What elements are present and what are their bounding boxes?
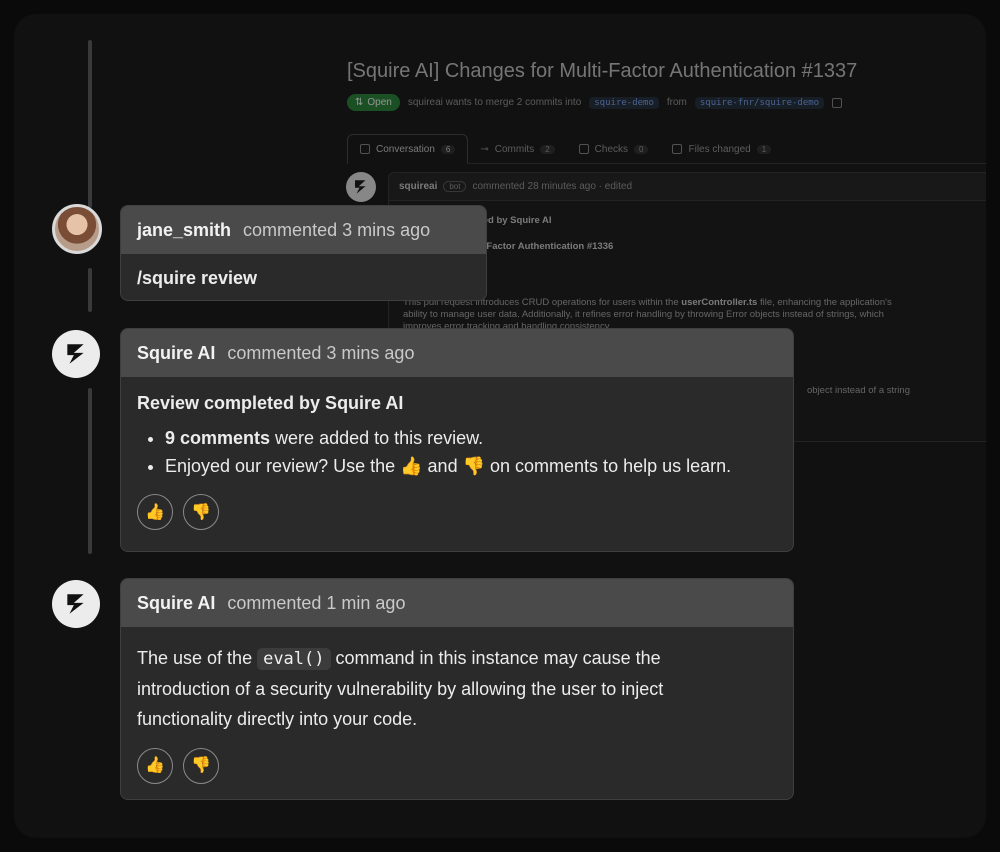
comment-body: Review completed by Squire AI 9 comments… bbox=[121, 393, 793, 530]
comment-body: /squire review bbox=[137, 268, 258, 288]
comment-card-jane: jane_smith commented 3 mins ago /squire … bbox=[120, 205, 487, 301]
tab-count: 2 bbox=[540, 144, 555, 154]
tab-conversation[interactable]: Conversation 6 bbox=[347, 134, 469, 164]
review-heading: Review completed by Squire AI bbox=[137, 393, 404, 413]
comment-author[interactable]: jane_smith bbox=[137, 220, 231, 241]
thumbs-up-icon: 👍 bbox=[400, 456, 423, 476]
file-icon bbox=[672, 144, 683, 154]
thumbs-down-icon: 👎 bbox=[191, 757, 211, 774]
squire-logo-icon[interactable] bbox=[52, 330, 100, 378]
list-item: Enjoyed our review? Use the 👍 and 👎 on c… bbox=[165, 452, 777, 480]
tab-count: 0 bbox=[634, 144, 649, 154]
comment-timestamp: commented 3 mins ago bbox=[243, 219, 431, 240]
head-branch[interactable]: squire-fnr/squire-demo bbox=[694, 96, 825, 109]
comment-timestamp: commented 1 min ago bbox=[227, 592, 406, 613]
tab-count: 1 bbox=[756, 144, 772, 154]
comment-header: Squire AI commented 1 min ago bbox=[121, 579, 793, 627]
checks-icon bbox=[578, 144, 589, 154]
status-badge: ⇅ Open bbox=[347, 94, 400, 111]
comment-author[interactable]: Squire AI bbox=[137, 593, 215, 614]
code-snippet: eval() bbox=[257, 648, 331, 670]
comment-card-review: Squire AI commented 3 mins ago Review co… bbox=[120, 328, 794, 552]
comment-line: introduction of a security vulnerability… bbox=[137, 679, 664, 699]
status-label: Open bbox=[367, 97, 392, 108]
tab-checks[interactable]: Checks 0 bbox=[567, 134, 661, 164]
thumbs-up-icon: 👍 bbox=[145, 757, 165, 774]
comment-line: functionality directly into your code. bbox=[137, 709, 418, 729]
tab-label: Checks bbox=[594, 143, 629, 155]
tab-label: Commits bbox=[494, 143, 535, 155]
thumbs-down-button[interactable]: 👎 bbox=[183, 494, 219, 530]
comment-timestamp: commented 3 mins ago bbox=[227, 342, 415, 363]
bg-comment-line: object instead of a string bbox=[807, 385, 910, 396]
comment-author[interactable]: squireai bbox=[399, 181, 437, 192]
tab-label: Conversation bbox=[376, 143, 435, 155]
base-branch[interactable]: squire-demo bbox=[589, 96, 659, 109]
comment-header: jane_smith commented 3 mins ago bbox=[121, 206, 486, 254]
thumbs-up-button[interactable]: 👍 bbox=[137, 494, 173, 530]
merge-text: squireai wants to merge 2 commits into bbox=[407, 97, 582, 108]
from-text: from bbox=[666, 97, 687, 108]
thumbs-down-icon: 👎 bbox=[462, 456, 486, 476]
reaction-row: 👍 👎 bbox=[137, 748, 777, 784]
bg-comment-line: ability to manage user data. Additionall… bbox=[403, 309, 884, 320]
pr-title: [Squire AI] Changes for Multi-Factor Aut… bbox=[347, 60, 858, 82]
avatar[interactable] bbox=[52, 204, 102, 254]
commit-icon: ⊸ bbox=[480, 143, 489, 155]
tab-files-changed[interactable]: Files changed 1 bbox=[660, 134, 783, 164]
timeline-rail bbox=[88, 268, 92, 312]
squire-logo-icon[interactable] bbox=[52, 580, 100, 628]
conversation-icon bbox=[360, 144, 370, 154]
squire-logo-icon bbox=[346, 172, 376, 202]
thumbs-down-button[interactable]: 👎 bbox=[183, 748, 219, 784]
pr-tabs: Conversation 6 ⊸ Commits 2 Checks 0 File… bbox=[347, 134, 986, 164]
list-item: 9 comments were added to this review. bbox=[165, 424, 777, 452]
pull-request-icon: ⇅ bbox=[355, 97, 364, 108]
comment-author[interactable]: Squire AI bbox=[137, 343, 215, 364]
tab-commits[interactable]: ⊸ Commits 2 bbox=[468, 134, 566, 164]
review-list: 9 comments were added to this review. En… bbox=[137, 424, 777, 480]
thumbs-up-button[interactable]: 👍 bbox=[137, 748, 173, 784]
timeline-rail bbox=[88, 388, 92, 554]
comment-header: Squire AI commented 3 mins ago bbox=[121, 329, 793, 377]
comment-card-eval: Squire AI commented 1 min ago The use of… bbox=[120, 578, 794, 800]
timeline-rail bbox=[88, 40, 92, 208]
pr-meta: ⇅ Open squireai wants to merge 2 commits… bbox=[347, 94, 843, 111]
bot-badge: bot bbox=[443, 181, 467, 192]
comment-body: The use of the eval() command in this in… bbox=[121, 627, 793, 784]
copy-icon[interactable] bbox=[832, 97, 843, 108]
reaction-row: 👍 👎 bbox=[137, 494, 777, 530]
comment-line: The use of the eval() command in this in… bbox=[137, 648, 661, 670]
tab-count: 6 bbox=[440, 144, 456, 154]
bot-comment-header: squireai bot commented 28 minutes ago · … bbox=[389, 173, 986, 201]
comment-meta: commented 28 minutes ago · edited bbox=[472, 181, 633, 192]
thumbs-down-icon: 👎 bbox=[191, 504, 211, 521]
thumbs-up-icon: 👍 bbox=[145, 504, 165, 521]
tab-label: Files changed bbox=[688, 143, 751, 155]
